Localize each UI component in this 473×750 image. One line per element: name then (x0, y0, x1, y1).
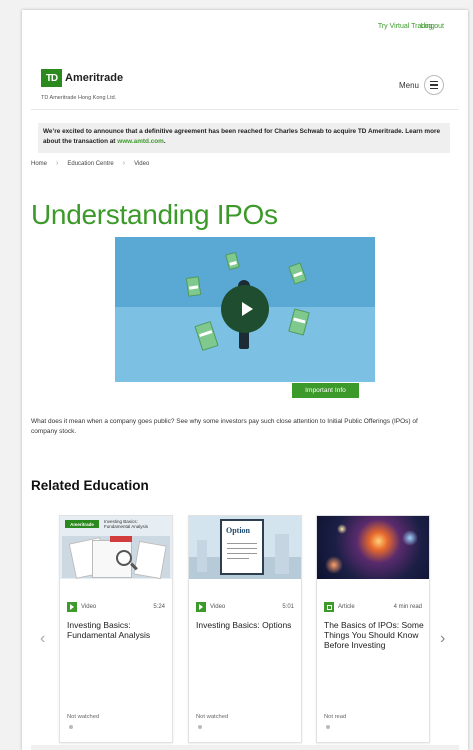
article-type-icon (324, 602, 334, 612)
header-divider (31, 109, 459, 110)
card-status: Not watched (67, 714, 100, 720)
card-status: Not read (324, 714, 347, 720)
page-card: Try Virtual TradingLog out TD Ameritrade… (22, 10, 468, 750)
related-card[interactable]: Option Video 5:01 Investing Basics: Opti… (188, 515, 302, 743)
status-dot (326, 725, 330, 729)
money-icon (185, 276, 202, 297)
related-card[interactable]: Article 4 min read The Basics of IPOs: S… (316, 515, 430, 743)
hamburger-icon[interactable] (424, 75, 444, 95)
breadcrumb-education-centre[interactable]: Education Centre (67, 161, 113, 167)
logout-link[interactable]: Log out (421, 23, 444, 30)
breadcrumb: Home › Education Centre › Video (31, 160, 149, 167)
card-status: Not watched (196, 714, 229, 720)
play-button[interactable] (221, 285, 269, 333)
card-type: Video (81, 604, 97, 610)
video-type-icon (67, 602, 77, 612)
card-thumbnail: Option (189, 516, 301, 579)
thumb-logo: Ameritrade (65, 520, 99, 528)
money-icon (288, 262, 307, 285)
chevron-right-icon: › (122, 160, 126, 167)
chevron-right-icon: › (56, 160, 59, 167)
status-dot (198, 725, 202, 729)
announcement-text: We’re excited to announce that a definit… (43, 128, 441, 145)
video-player[interactable] (115, 237, 375, 382)
firework-icon (337, 524, 347, 534)
document-icon: Option (220, 519, 264, 575)
thumb-caption: Investing Basics: Fundamental Analysis (104, 519, 149, 529)
card-type: Video (210, 604, 226, 610)
thumb-text: Option (226, 526, 251, 535)
status-dot (69, 725, 73, 729)
carousel-prev-icon[interactable]: ‹ (40, 630, 45, 648)
related-education-heading: Related Education (31, 478, 149, 493)
card-title[interactable]: The Basics of IPOs: Some Things You Shou… (324, 620, 424, 650)
card-title[interactable]: Investing Basics: Options (196, 620, 296, 630)
breadcrumb-video: Video (134, 160, 150, 167)
card-duration: 4 min read (393, 604, 422, 610)
menu-button[interactable]: Menu (399, 75, 444, 95)
td-ameritrade-logo[interactable]: TD Ameritrade (41, 69, 123, 87)
announcement-banner: We’re excited to announce that a definit… (38, 123, 450, 153)
play-icon (241, 302, 253, 316)
video-type-icon (196, 602, 206, 612)
card-duration: 5:24 (153, 604, 165, 610)
card-thumbnail (317, 516, 429, 579)
amtd-link[interactable]: www.amtd.com (117, 138, 164, 145)
important-info-button[interactable]: Important Info (292, 383, 359, 398)
related-card[interactable]: Ameritrade Investing Basics: Fundamental… (59, 515, 173, 743)
card-thumbnail: Ameritrade Investing Basics: Fundamental… (60, 516, 172, 579)
page-title: Understanding IPOs (31, 199, 278, 230)
card-title[interactable]: Investing Basics: Fundamental Analysis (67, 620, 167, 640)
card-type: Article (338, 604, 355, 610)
logo-mark: TD (41, 69, 62, 87)
card-duration: 5:01 (282, 604, 294, 610)
carousel-next-icon[interactable]: › (440, 630, 445, 648)
breadcrumb-home[interactable]: Home (31, 161, 47, 167)
video-description: What does it mean when a company goes pu… (31, 418, 418, 435)
logo-wordmark: Ameritrade (65, 72, 124, 84)
company-subtitle: TD Ameritrade Hong Kong Ltd. (41, 95, 117, 101)
menu-label: Menu (398, 80, 419, 90)
topbar-links: Try Virtual TradingLog out (377, 23, 444, 30)
money-icon (225, 251, 240, 271)
